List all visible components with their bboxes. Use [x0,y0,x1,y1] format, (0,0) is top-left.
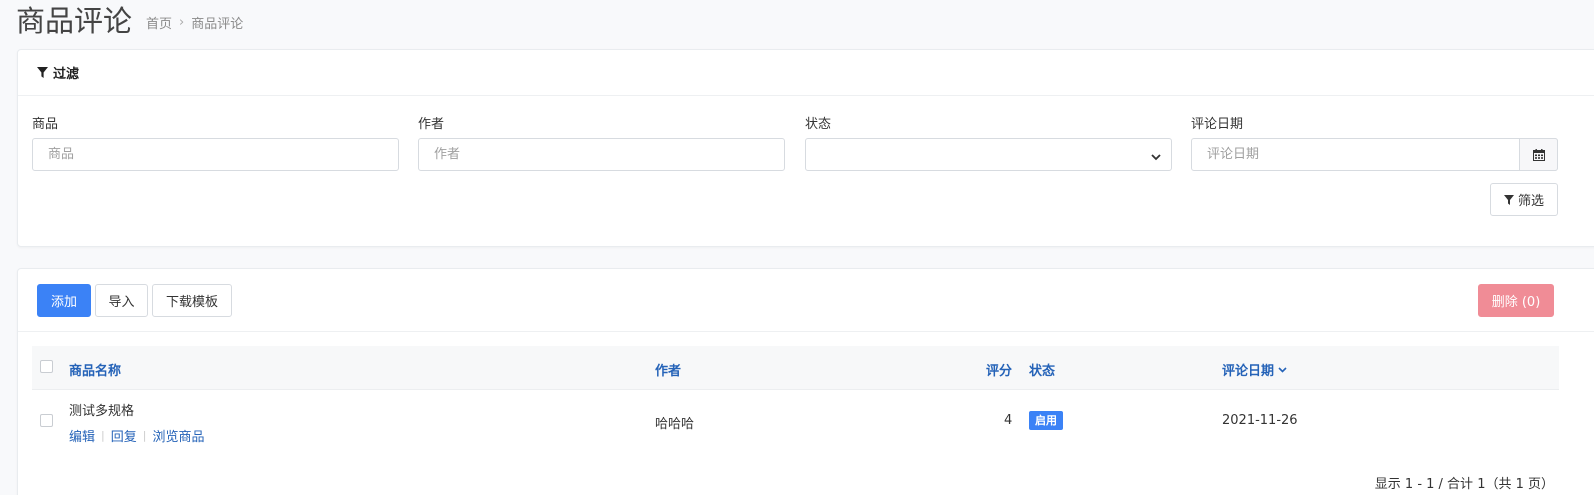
date-input-wrapper [1191,138,1558,171]
select-all-checkbox[interactable] [40,360,53,373]
pagination-summary: 显示 1 - 1 / 合计 1（共 1 页） [1374,477,1554,492]
breadcrumb: 首页 › 商品评论 [146,13,243,44]
column-header-status[interactable]: 状态 [1029,360,1055,379]
column-header-rating[interactable]: 评分 [986,360,1012,379]
date-field-group: 评论日期 [1191,113,1558,171]
filter-panel: 过滤 商品 作者 状态 评论日期 [17,49,1594,247]
status-label: 状态 [805,117,832,132]
product-label: 商品 [32,117,59,132]
breadcrumb-current: 商品评论 [191,17,244,32]
date-input[interactable] [1205,139,1557,170]
table-header: 商品名称 作者 评分 状态 评论日期 [32,346,1559,390]
author-label: 作者 [418,117,445,132]
calendar-icon [1532,148,1545,161]
column-header-date-label: 评论日期 [1222,364,1275,379]
toolbar-divider [18,331,1594,332]
column-header-product[interactable]: 商品名称 [69,360,121,379]
page: 商品评论 首页 › 商品评论 过滤 商品 作者 状态 [0,0,1594,495]
product-field-group: 商品 [32,113,399,171]
breadcrumb-home[interactable]: 首页 [146,13,172,32]
status-select[interactable] [805,138,1172,171]
page-header: 商品评论 首页 › 商品评论 [16,0,243,44]
product-input[interactable] [46,139,398,170]
delete-button[interactable]: 删除 (0) [1478,284,1554,317]
author-cell: 哈哈哈 [655,417,695,432]
product-input-wrapper [32,138,399,171]
status-field-group: 状态 [805,113,1172,171]
filter-icon [1503,194,1514,205]
date-label: 评论日期 [1191,117,1244,132]
page-title: 商品评论 [16,4,133,38]
review-list-panel: 添加 导入 下载模板 删除 (0) 商品名称 作者 评分 状态 评论日期 测试多… [17,268,1594,495]
reply-link[interactable]: 回复 [111,426,137,445]
column-header-date[interactable]: 评论日期 [1222,360,1287,379]
table-row: 测试多规格 编辑 | 回复 | 浏览商品 哈哈哈 4 启用 2021-11-26 [32,391,1559,455]
filter-submit-label: 筛选 [1517,194,1544,209]
chevron-down-icon [1278,366,1287,373]
chevron-down-icon [1151,150,1161,165]
view-product-link[interactable]: 浏览商品 [152,426,204,445]
author-field-group: 作者 [418,113,785,171]
filter-title: 过滤 [53,67,80,82]
chevron-right-icon: › [179,15,185,30]
import-button[interactable]: 导入 [95,284,148,317]
action-separator: | [142,429,147,442]
date-cell: 2021-11-26 [1222,413,1298,428]
filter-submit-button[interactable]: 筛选 [1490,183,1558,216]
product-name: 测试多规格 [69,404,135,419]
add-button[interactable]: 添加 [37,284,91,317]
filter-icon [37,67,48,78]
edit-link[interactable]: 编辑 [69,426,95,445]
calendar-button[interactable] [1519,138,1558,171]
author-input[interactable] [432,139,784,170]
author-input-wrapper [418,138,785,171]
filter-header: 过滤 [18,50,1594,96]
status-badge: 启用 [1029,411,1063,431]
row-checkbox[interactable] [40,414,53,427]
download-template-button[interactable]: 下载模板 [152,284,232,317]
column-header-author[interactable]: 作者 [655,360,681,379]
rating-cell: 4 [1004,413,1013,428]
row-actions: 编辑 | 回复 | 浏览商品 [69,426,204,445]
action-separator: | [101,429,105,442]
